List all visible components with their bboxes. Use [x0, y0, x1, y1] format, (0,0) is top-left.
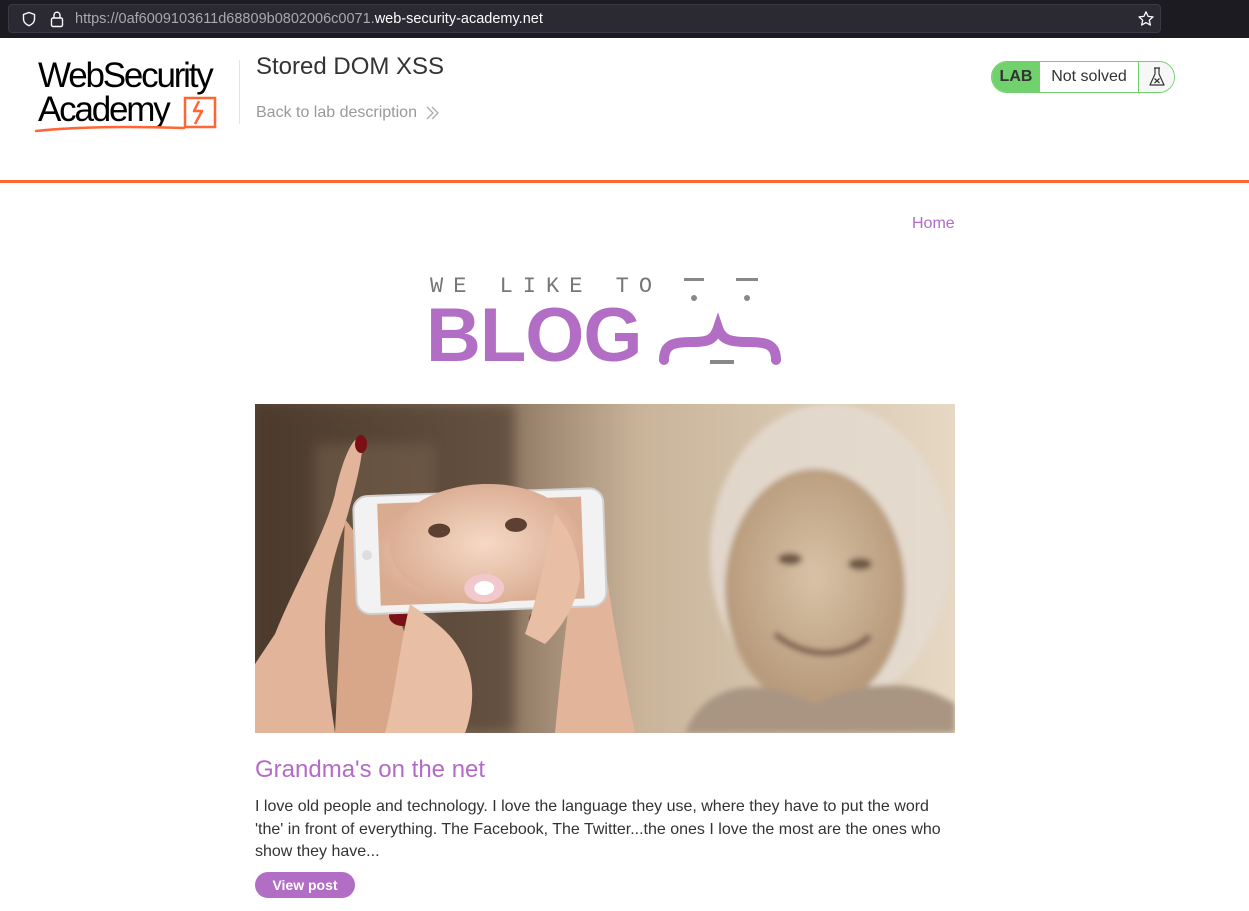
post-summary: I love old people and technology. I love…	[255, 798, 941, 860]
lab-status-text: Not solved	[1051, 68, 1127, 85]
post-title-link[interactable]: Grandma's on the net	[255, 756, 485, 784]
address-bar[interactable]: https://0af6009103611d68809b0802006c0071…	[8, 4, 1161, 33]
banner-title: BLOG	[426, 293, 643, 378]
lab-tag: LAB	[992, 62, 1040, 92]
header-divider	[239, 60, 240, 124]
home-link[interactable]: Home	[912, 215, 955, 233]
status-icon-container	[1138, 62, 1174, 92]
post-image[interactable]	[255, 404, 955, 733]
lab-title: Stored DOM XSS	[256, 53, 445, 80]
lab-status-widget: LAB Not solved	[991, 61, 1175, 93]
academy-header: WebSecurity Academy Stored DOM XSS Back …	[0, 38, 1249, 181]
browser-toolbar: https://0af6009103611d68809b0802006c0071…	[0, 0, 1249, 38]
bookmark-star-icon[interactable]	[1137, 10, 1155, 28]
header-accent-rule	[0, 180, 1249, 183]
flask-icon	[1148, 67, 1165, 86]
back-link-label: Back to lab description	[256, 104, 417, 121]
view-post-button[interactable]: View post	[255, 872, 355, 898]
url-domain: web-security-academy.net	[374, 11, 543, 27]
logo-line1: WebSecurity	[38, 56, 214, 95]
shield-icon[interactable]	[21, 11, 37, 27]
url-text[interactable]: https://0af6009103611d68809b0802006c0071…	[75, 11, 543, 27]
lock-icon[interactable]	[49, 10, 65, 28]
web-security-academy-logo[interactable]: WebSecurity Academy	[34, 58, 234, 136]
url-prefix: https://0af6009103611d68809b0802006c0071…	[75, 11, 375, 27]
double-chevron-right-icon	[426, 106, 439, 120]
curly-brace-face-icon	[659, 278, 781, 365]
logo-underline	[34, 125, 186, 133]
back-to-lab-description-link[interactable]: Back to lab description	[256, 104, 439, 122]
blog-banner: WE LIKE TO BLOG	[426, 272, 786, 374]
